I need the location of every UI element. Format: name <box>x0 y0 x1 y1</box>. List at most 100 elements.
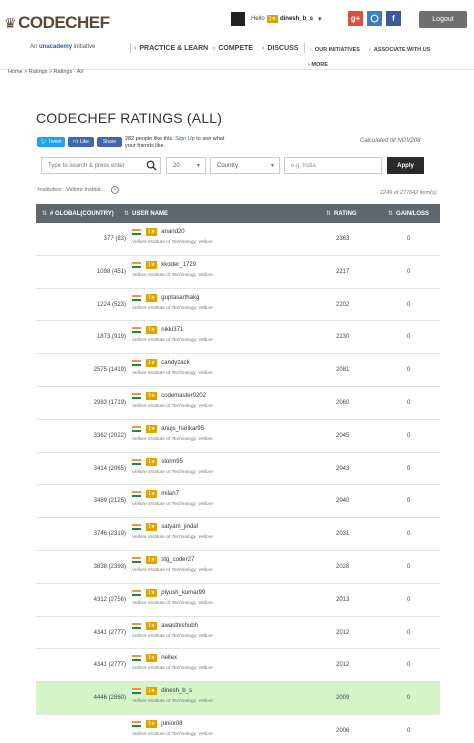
global-rank: 377 (83) <box>103 236 126 242</box>
user-name-link[interactable]: awasthishubh <box>161 623 198 629</box>
nav-practice[interactable]: › PRACTICE & LEARN <box>134 45 208 52</box>
user-name-link[interactable]: stg_coder27 <box>161 557 194 563</box>
search-input[interactable]: Type to search & press enter <box>41 157 161 174</box>
user-name-link[interactable]: anand20 <box>161 229 184 235</box>
codechef-logo[interactable]: ♛ CODECHEF <box>4 13 110 33</box>
user-name-link[interactable]: satyam_jindal <box>161 524 198 530</box>
facebook-icon[interactable]: f <box>386 11 401 26</box>
table-row: 1873 (919) 1★ nikki371 Vellore Institute of… <box>36 321 440 355</box>
col-gain-loss[interactable]: ⇅ GAIN/LOSS <box>388 210 429 217</box>
rating-value: 2043 <box>336 465 350 472</box>
india-flag-icon <box>132 655 141 662</box>
country-input[interactable]: e.g. India <box>284 157 382 174</box>
tweet-button[interactable]: 🐦︎ Tweet <box>37 137 65 147</box>
user-line: 1★ storm95 <box>132 457 213 466</box>
calculated-till: Calculated till NOV208 <box>360 138 421 144</box>
per-page-select[interactable]: 20 ▼ <box>166 157 206 174</box>
nav-discuss[interactable]: › DISCUSS <box>262 45 298 52</box>
apply-button[interactable]: Apply <box>387 157 424 174</box>
india-flag-icon <box>132 261 141 268</box>
signup-link[interactable]: Sign Up <box>175 136 195 142</box>
table-row: 1★ junior08 Vellore Institute of Technolog… <box>36 715 440 743</box>
user-cell: 1★ anand20 Vellore Institute of Technology… <box>132 228 213 245</box>
user-name-link[interactable]: storm95 <box>161 459 183 465</box>
table-row: 3746 (2319) 1★ satyam_jindal Vellore Instit… <box>36 518 440 551</box>
user-name-link[interactable]: nellex <box>161 655 177 661</box>
institution-text: Vellore Institute of Technology, Vellore <box>132 305 213 311</box>
country-select[interactable]: Country ▼ <box>210 157 280 174</box>
chevron-right-icon: › <box>134 45 137 52</box>
india-flag-icon <box>132 720 141 727</box>
table-row: 377 (83) 1★ anand20 Vellore Institute of Te… <box>36 223 440 256</box>
star-badge: 1★ <box>146 359 158 368</box>
user-name-link[interactable]: candyzack <box>161 360 189 366</box>
header-username[interactable]: dinesh_b_s <box>280 16 313 22</box>
star-badge: 1★ <box>146 424 158 433</box>
breadcrumb-home[interactable]: Home <box>8 69 23 75</box>
user-cell: 1★ stg_coder27 Vellore Institute of Techno… <box>132 555 213 573</box>
avatar[interactable] <box>231 12 245 26</box>
institution-text: Vellore Institute of Technology, Vellore <box>132 338 213 344</box>
rating-value: 2013 <box>336 596 350 603</box>
user-cell: 1★ nikki371 Vellore Institute of Technolog… <box>132 326 213 343</box>
institution-text: Vellore Institute of Technology, Vellore <box>132 699 213 705</box>
chevron-down-icon[interactable]: ▾ <box>318 15 322 23</box>
rating-value: 2060 <box>336 399 350 406</box>
star-badge: 1★ <box>146 326 158 335</box>
user-name-link[interactable]: junior08 <box>161 721 182 727</box>
india-flag-icon <box>132 425 141 432</box>
close-icon[interactable]: × <box>111 186 120 194</box>
facebook-like-button[interactable]: 👍︎ Like <box>68 137 94 147</box>
gain-loss-value: 0 <box>407 531 411 538</box>
institution-text: Vellore Institute of Technology, Vellore <box>132 666 213 672</box>
gain-loss-value: 0 <box>407 498 411 505</box>
facebook-share-button[interactable]: Share <box>97 137 122 147</box>
user-cell: 1★ dinesh_b_s Vellore Institute of Technol… <box>132 687 213 704</box>
rating-value: 2081 <box>336 367 350 374</box>
col-rating[interactable]: ⇅ RATING <box>326 210 357 217</box>
india-flag-icon <box>132 589 141 596</box>
star-badge: 1★ <box>146 687 158 696</box>
user-name-link[interactable]: nikki371 <box>161 327 183 333</box>
global-rank: 3746 (2319) <box>93 531 126 538</box>
gain-loss-value: 0 <box>407 367 411 374</box>
nav-divider <box>130 43 131 53</box>
user-line: 1★ milan7 <box>132 490 213 499</box>
google-plus-icon[interactable]: g+ <box>348 11 363 26</box>
col-username[interactable]: ⇅ USER NAME <box>124 210 168 217</box>
gain-loss-value: 0 <box>407 465 411 472</box>
user-name-link[interactable]: kkoder_1729 <box>161 262 196 268</box>
nav-more[interactable]: › MORE <box>308 62 328 68</box>
user-cell: 1★ satyam_jindal Vellore Institute of Tech… <box>132 523 213 540</box>
user-name-link[interactable]: milan7 <box>161 491 179 497</box>
github-icon[interactable] <box>367 11 382 26</box>
search-icon[interactable] <box>146 160 157 171</box>
user-line: 1★ guptasarthakg <box>132 293 213 302</box>
global-rank: 1224 (523) <box>96 301 126 308</box>
star-badge: 1★ <box>146 228 158 236</box>
global-rank: 3838 (2393) <box>93 563 126 570</box>
user-cell: 1★ anujs_harikar95 Vellore Institute of Te… <box>132 424 213 442</box>
chevron-down-icon: ▼ <box>270 163 275 169</box>
india-flag-icon <box>132 392 141 399</box>
user-name-link[interactable]: piyush_kumar99 <box>161 590 205 596</box>
user-name-link[interactable]: anujs_harikar95 <box>161 426 204 432</box>
gain-loss-value: 0 <box>407 727 411 734</box>
user-name-link[interactable]: dinesh_b_s <box>161 688 192 694</box>
col-global-rank[interactable]: ⇅ # GLOBAL(COUNTRY) <box>42 210 114 217</box>
chevron-right-icon: › <box>262 45 265 52</box>
gain-loss-value: 0 <box>407 268 411 275</box>
nav-associate[interactable]: › ASSOCIATE WITH US <box>369 47 430 53</box>
star-badge: 1★ <box>146 719 158 728</box>
user-name-link[interactable]: codemaster0202 <box>161 393 206 399</box>
nav-compete[interactable]: › COMPETE <box>213 45 253 52</box>
gain-loss-value: 0 <box>407 596 411 603</box>
item-count: 2249 of 277642 item(s) <box>380 190 437 196</box>
logout-button[interactable]: Logout <box>419 11 467 28</box>
rating-value: 2045 <box>336 432 350 439</box>
nav-initiatives[interactable]: › OUR INITIATIVES <box>310 47 360 53</box>
table-row: 3362 (2022) 1★ anujs_harikar95 Vellore Inst… <box>36 420 440 453</box>
breadcrumb-ratings[interactable]: Ratings <box>29 69 48 75</box>
rating-value: 2130 <box>336 334 350 341</box>
user-name-link[interactable]: guptasarthakg <box>161 295 199 301</box>
